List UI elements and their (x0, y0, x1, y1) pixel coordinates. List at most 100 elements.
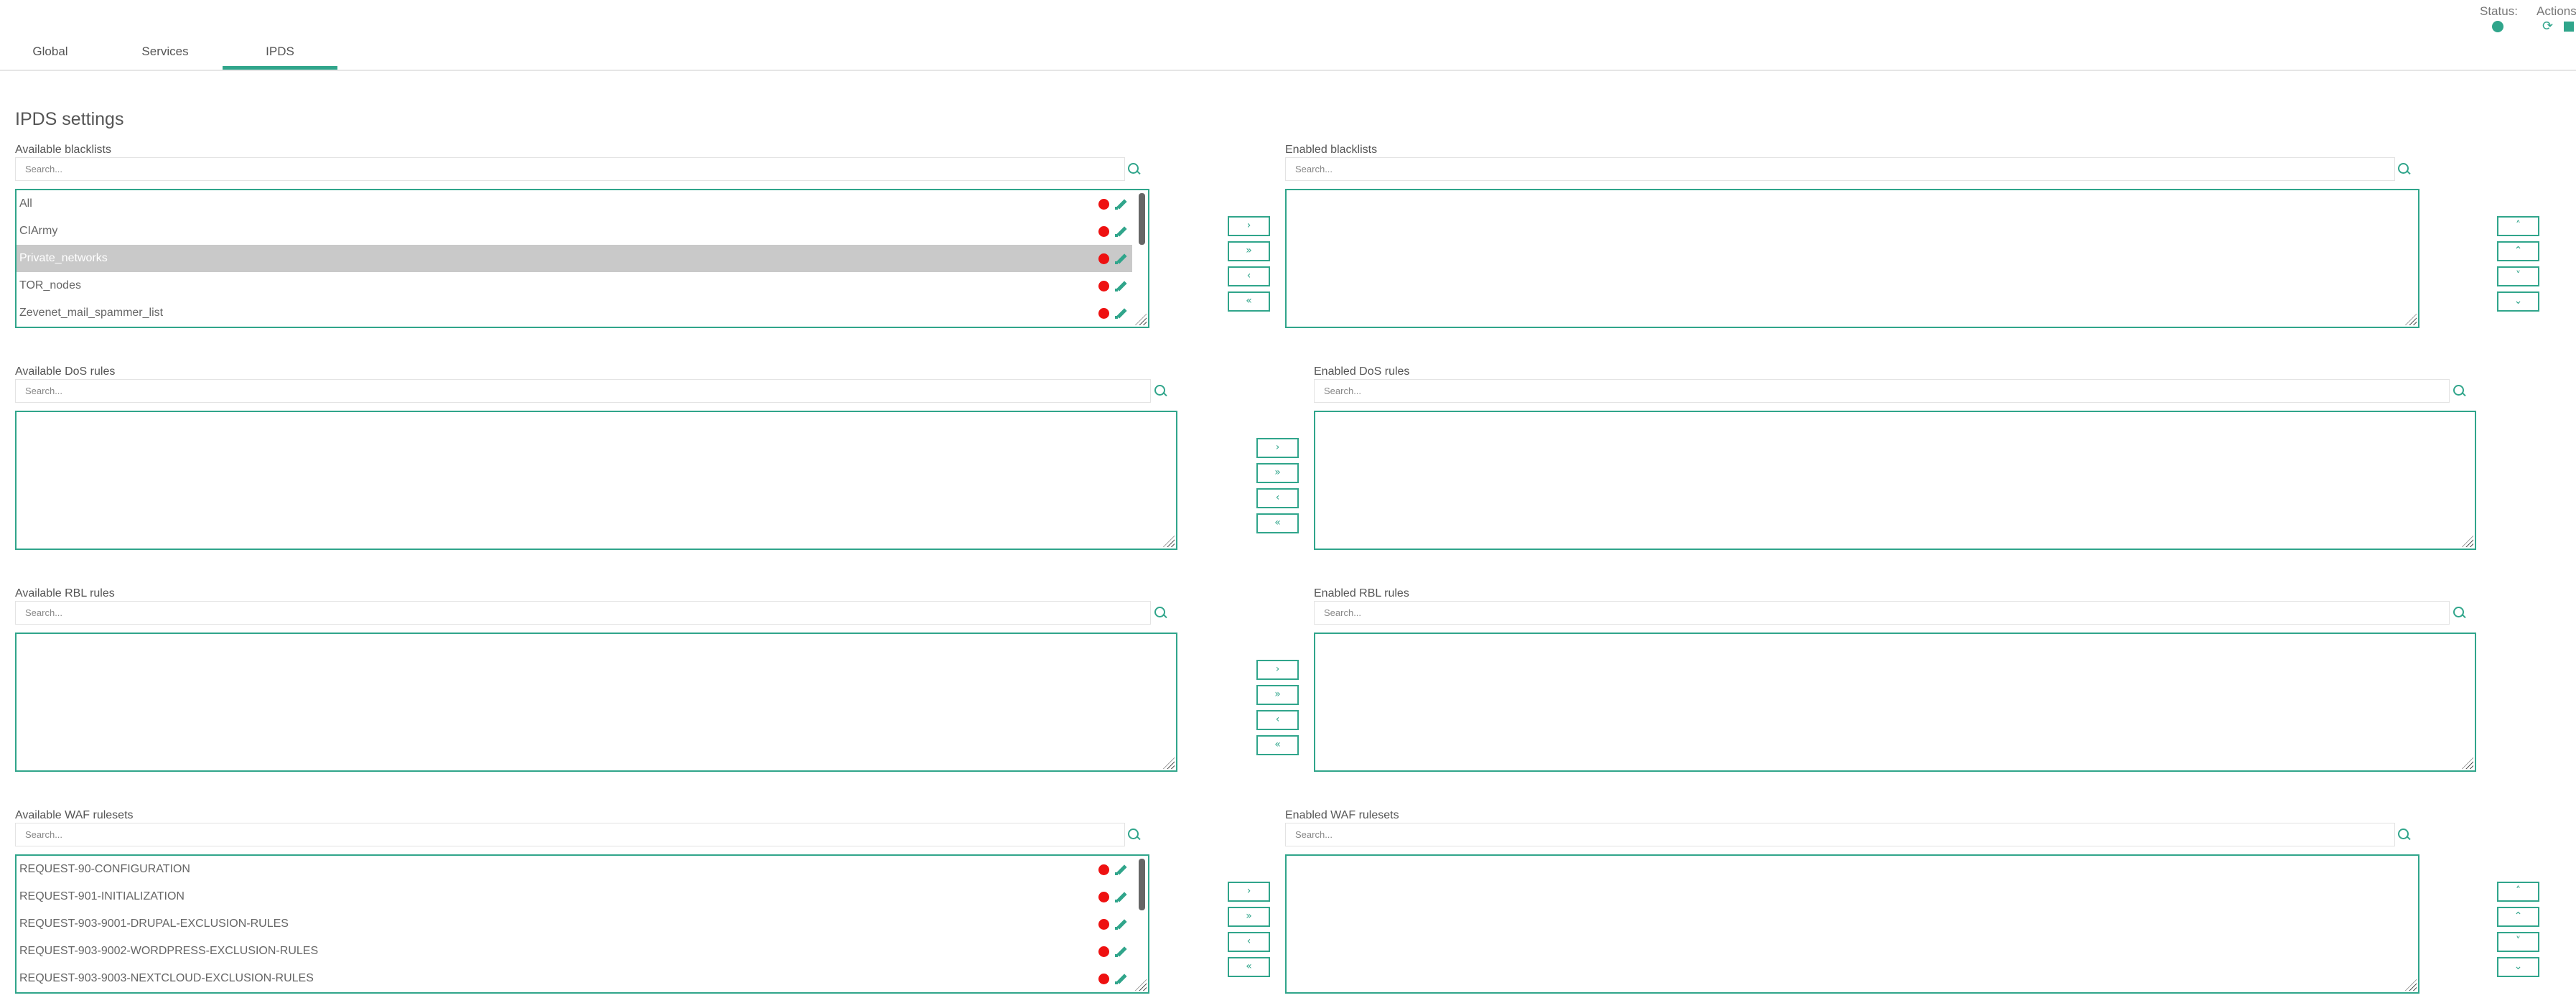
search-icon[interactable] (1154, 385, 1167, 398)
resize-handle[interactable] (1135, 979, 1147, 991)
move-bottom-button[interactable]: ⌄ (2497, 291, 2539, 312)
actions-label: Actions: (2537, 4, 2576, 18)
tab-services[interactable]: Services (129, 37, 201, 70)
resize-handle[interactable] (2462, 757, 2473, 769)
search-icon[interactable] (1154, 607, 1167, 620)
search-icon[interactable] (1128, 163, 1141, 176)
item-label: REQUEST-903-9002-WORDPRESS-EXCLUSION-RUL… (19, 945, 319, 957)
move-top-button[interactable]: ⌃ (2497, 907, 2539, 927)
move-selected-right-button[interactable]: › (1228, 882, 1270, 902)
edit-icon[interactable] (1115, 307, 1126, 319)
enabled-blacklists-search-input[interactable] (1285, 157, 2395, 181)
resize-handle[interactable] (1163, 757, 1175, 769)
search-icon[interactable] (2398, 163, 2411, 176)
move-selected-left-button[interactable]: ‹ (1228, 932, 1270, 952)
move-all-right-button[interactable]: » (1256, 463, 1299, 483)
status-dot-icon (1098, 974, 1109, 984)
item-label: CIArmy (19, 225, 58, 237)
tab-global[interactable]: Global (14, 37, 86, 70)
status-indicator (2492, 21, 2503, 32)
move-selected-left-button[interactable]: ‹ (1256, 710, 1299, 730)
item-label: All (19, 197, 32, 210)
edit-icon[interactable] (1115, 253, 1126, 264)
move-up-button[interactable]: ˄ (2497, 216, 2539, 236)
available-dos-search-input[interactable] (15, 379, 1151, 403)
move-all-left-button[interactable]: « (1256, 513, 1299, 533)
move-all-left-button[interactable]: « (1228, 957, 1270, 977)
list-item[interactable]: REQUEST-903-9002-WORDPRESS-EXCLUSION-RUL… (17, 938, 1132, 965)
move-selected-right-button[interactable]: › (1228, 216, 1270, 236)
available-waf-search-input[interactable] (15, 823, 1125, 846)
move-selected-right-button[interactable]: › (1256, 660, 1299, 680)
scrollbar-thumb[interactable] (1139, 859, 1145, 910)
enabled-rbl-list[interactable] (1314, 633, 2476, 772)
search-icon[interactable] (2453, 385, 2466, 398)
available-dos-label: Available DoS rules (15, 365, 116, 378)
resize-handle[interactable] (1135, 314, 1147, 325)
move-selected-right-button[interactable]: › (1256, 438, 1299, 458)
move-selected-left-button[interactable]: ‹ (1228, 266, 1270, 286)
enabled-rbl-search-input[interactable] (1314, 601, 2450, 625)
move-top-button[interactable]: ⌃ (2497, 241, 2539, 261)
status-dot-icon (1098, 253, 1109, 264)
move-all-right-button[interactable]: » (1228, 241, 1270, 261)
edit-icon[interactable] (1115, 198, 1126, 210)
enabled-dos-search-input[interactable] (1314, 379, 2450, 403)
edit-icon[interactable] (1115, 918, 1126, 930)
resize-handle[interactable] (2405, 979, 2417, 991)
move-all-right-button[interactable]: » (1256, 685, 1299, 705)
status-dot-icon (1098, 946, 1109, 957)
move-down-button[interactable]: ˅ (2497, 932, 2539, 952)
edit-icon[interactable] (1115, 280, 1126, 291)
available-rbl-search-input[interactable] (15, 601, 1151, 625)
available-rbl-list[interactable] (15, 633, 1177, 772)
enabled-waf-search-input[interactable] (1285, 823, 2395, 846)
move-all-left-button[interactable]: « (1256, 735, 1299, 755)
list-item[interactable]: REQUEST-903-9003-NEXTCLOUD-EXCLUSION-RUL… (17, 965, 1132, 992)
enabled-rbl-label: Enabled RBL rules (1314, 587, 1409, 599)
available-waf-list[interactable]: REQUEST-90-CONFIGURATION REQUEST-901-INI… (15, 854, 1149, 994)
enabled-dos-label: Enabled DoS rules (1314, 365, 1410, 378)
list-item[interactable]: All (17, 190, 1132, 218)
available-dos-list[interactable] (15, 411, 1177, 550)
edit-icon[interactable] (1115, 225, 1126, 237)
available-blacklists-search-input[interactable] (15, 157, 1125, 181)
scrollbar-thumb[interactable] (1139, 193, 1145, 245)
tab-ipds[interactable]: IPDS (223, 37, 337, 70)
search-icon[interactable] (2453, 607, 2466, 620)
search-icon[interactable] (2398, 829, 2411, 841)
list-item[interactable]: Zevenet_mail_spammer_list (17, 299, 1132, 327)
status-dot-icon (1098, 226, 1109, 237)
item-label: REQUEST-901-INITIALIZATION (19, 890, 185, 902)
edit-icon[interactable] (1115, 973, 1126, 984)
move-bottom-button[interactable]: ⌄ (2497, 957, 2539, 977)
list-item[interactable]: REQUEST-903-9001-DRUPAL-EXCLUSION-RULES (17, 910, 1132, 938)
edit-icon[interactable] (1115, 946, 1126, 957)
tab-bar: Global Services IPDS (0, 0, 2576, 71)
edit-icon[interactable] (1115, 891, 1126, 902)
resize-handle[interactable] (2462, 536, 2473, 547)
stop-icon[interactable] (2564, 22, 2574, 32)
enabled-blacklists-list[interactable] (1285, 189, 2419, 328)
move-all-right-button[interactable]: » (1228, 907, 1270, 927)
status-label: Status: (2480, 4, 2518, 18)
enabled-dos-list[interactable] (1314, 411, 2476, 550)
resize-handle[interactable] (1163, 536, 1175, 547)
list-item[interactable]: CIArmy (17, 218, 1132, 245)
status-dot-icon (1098, 281, 1109, 291)
restart-icon[interactable]: ⟳ (2542, 19, 2553, 32)
search-icon[interactable] (1128, 829, 1141, 841)
resize-handle[interactable] (2405, 314, 2417, 325)
move-all-left-button[interactable]: « (1228, 291, 1270, 312)
move-down-button[interactable]: ˅ (2497, 266, 2539, 286)
enabled-waf-list[interactable] (1285, 854, 2419, 994)
move-up-button[interactable]: ˄ (2497, 882, 2539, 902)
list-item[interactable]: REQUEST-901-INITIALIZATION (17, 883, 1132, 910)
list-item-selected[interactable]: Private_networks (17, 245, 1132, 272)
edit-icon[interactable] (1115, 864, 1126, 875)
item-label: TOR_nodes (19, 279, 81, 291)
available-blacklists-list[interactable]: All CIArmy Private_networks TOR_nodes Ze… (15, 189, 1149, 328)
list-item[interactable]: REQUEST-90-CONFIGURATION (17, 856, 1132, 883)
list-item[interactable]: TOR_nodes (17, 272, 1132, 299)
move-selected-left-button[interactable]: ‹ (1256, 488, 1299, 508)
